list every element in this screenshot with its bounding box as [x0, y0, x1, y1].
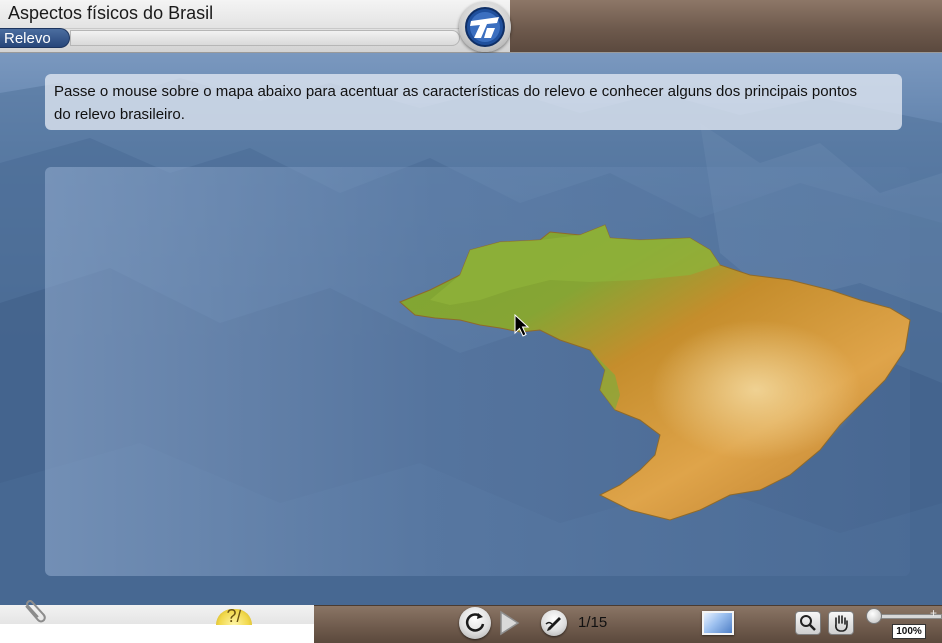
fullscreen-icon[interactable]	[702, 611, 734, 635]
zoom-slider-knob[interactable]	[866, 608, 882, 624]
notes-button[interactable]	[541, 610, 567, 636]
help-icon[interactable]: ?/	[216, 609, 252, 625]
pan-button[interactable]	[828, 611, 854, 635]
replay-icon	[465, 613, 485, 632]
page-title: Aspectos físicos do Brasil	[8, 3, 214, 23]
page-indicator: 1/15	[578, 614, 608, 631]
replay-button[interactable]	[459, 607, 491, 639]
zoom-plus-icon[interactable]: +	[930, 606, 937, 620]
mouse-cursor-icon	[514, 314, 530, 337]
play-icon[interactable]	[498, 610, 520, 636]
notes-icon	[545, 617, 561, 631]
hand-icon	[835, 615, 848, 632]
logo-icon	[459, 2, 511, 52]
section-label: Relevo	[0, 28, 70, 48]
app-window: Aspectos físicos do Brasil Relevo Passe …	[0, 0, 942, 643]
zoom-level: 100%	[892, 624, 926, 639]
header-bar: Aspectos físicos do Brasil Relevo	[0, 0, 942, 53]
paperclip-icon[interactable]	[22, 600, 48, 624]
zoom-button[interactable]	[795, 611, 821, 635]
instruction-text: Passe o mouse sobre o mapa abaixo para a…	[54, 83, 857, 123]
section-progress-track	[70, 30, 460, 46]
header-right-panel	[510, 0, 942, 52]
help-glyph: ?/	[226, 609, 242, 625]
brazil-relief-map[interactable]	[390, 220, 915, 525]
bottom-status-area	[0, 624, 314, 643]
instruction-box: Passe o mouse sobre o mapa abaixo para a…	[45, 74, 902, 130]
zoom-icon	[800, 615, 816, 631]
